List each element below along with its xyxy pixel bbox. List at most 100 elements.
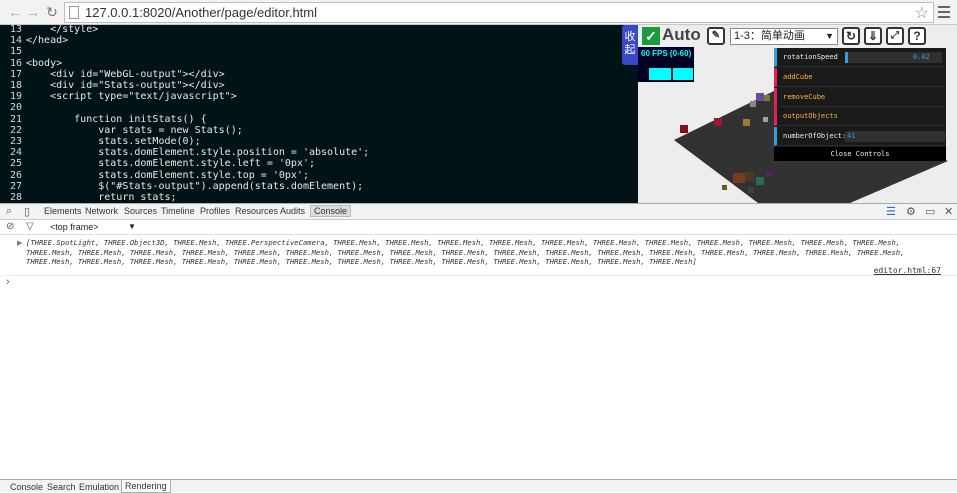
- code-line[interactable]: var stats = new Stats();: [26, 125, 243, 136]
- fps-text: 60 FPS (0-60): [641, 49, 692, 58]
- line-number: 15: [9, 46, 22, 58]
- frame-select[interactable]: <top frame>: [50, 222, 99, 232]
- refresh-icon[interactable]: ↻: [842, 27, 860, 45]
- gear-icon[interactable]: ⚙: [906, 205, 916, 218]
- line-number: 22: [9, 124, 22, 136]
- bookmark-star-icon[interactable]: ☆: [915, 3, 929, 23]
- code-line[interactable]: <div id="WebGL-output"></div>: [26, 69, 225, 80]
- drawer-tab-emulation[interactable]: Emulation: [79, 482, 119, 492]
- example-select-value: 1-3：简单动画: [734, 30, 805, 42]
- gui-row-label: rotationSpeed: [783, 53, 838, 61]
- code-line[interactable]: stats.domElement.style.top = '0px';: [26, 170, 309, 181]
- line-number: 28: [9, 192, 22, 203]
- log-message[interactable]: [THREE.SpotLight, THREE.Object3D, THREE.…: [26, 238, 946, 267]
- tab-elements[interactable]: Elements: [44, 206, 82, 216]
- tab-console[interactable]: Console: [310, 205, 352, 217]
- gui-row-label: addCube: [783, 72, 813, 81]
- browser-toolbar: ← → ↻ 127.0.0.1:8020/Another/page/editor…: [0, 0, 957, 25]
- cube: [680, 125, 688, 133]
- gui-row-removecube[interactable]: removeCube: [774, 87, 946, 107]
- download-icon[interactable]: ⇓: [864, 27, 882, 45]
- help-icon[interactable]: ?: [908, 27, 926, 45]
- code-line[interactable]: <div id="Stats-output"></div>: [26, 80, 225, 91]
- drawer-tab-console[interactable]: Console: [10, 482, 43, 492]
- line-number: 21: [9, 113, 22, 125]
- dat-gui-panel: rotationSpeed 0.02 addCube removeCube output…: [774, 48, 946, 161]
- cube: [722, 185, 727, 190]
- drawer-tab-rendering[interactable]: Rendering: [121, 480, 171, 493]
- console-output[interactable]: ▶ [THREE.SpotLight, THREE.Object3D, THRE…: [0, 236, 957, 479]
- gui-row-rotationspeed[interactable]: rotationSpeed 0.02: [774, 48, 946, 67]
- cube: [750, 101, 756, 107]
- tab-sources[interactable]: Sources: [124, 206, 157, 216]
- divider: [0, 275, 957, 276]
- fullscreen-icon[interactable]: ⤢: [886, 27, 904, 45]
- drawer-tab-search[interactable]: Search: [47, 482, 76, 492]
- line-number: 18: [9, 80, 22, 91]
- tab-audits[interactable]: Audits: [280, 206, 305, 216]
- fps-stats[interactable]: 60 FPS (0-60): [638, 47, 694, 82]
- line-number: 26: [9, 169, 22, 181]
- log-source-link[interactable]: editor.html:67: [874, 266, 941, 275]
- gui-row-label: removeCube: [783, 92, 826, 101]
- tab-resources[interactable]: Resources: [235, 206, 278, 216]
- gui-row-outputobjects[interactable]: outputObjects: [774, 107, 946, 127]
- devtools-tabbar: ⌕ ▯ Elements Network Sources Timeline Profil…: [0, 203, 957, 220]
- search-icon[interactable]: ⌕: [6, 205, 12, 218]
- gui-slider[interactable]: [845, 52, 911, 63]
- url-text: 127.0.0.1:8020/Another/page/editor.html: [85, 5, 318, 20]
- code-line[interactable]: <body>: [26, 58, 62, 69]
- reload-icon[interactable]: ↻: [43, 3, 61, 21]
- line-number: 25: [9, 158, 22, 170]
- code-line[interactable]: function initStats() {: [26, 114, 206, 125]
- code-line[interactable]: return stats;: [26, 192, 176, 203]
- code-line[interactable]: </style>: [26, 25, 98, 35]
- line-number: 24: [9, 147, 22, 159]
- address-bar[interactable]: 127.0.0.1:8020/Another/page/editor.html …: [64, 2, 934, 23]
- close-icon[interactable]: ✕: [944, 205, 953, 218]
- line-number: 27: [9, 180, 22, 192]
- filter-icon[interactable]: ▽: [26, 221, 34, 232]
- expand-triangle-icon[interactable]: ▶: [17, 239, 22, 247]
- wrench-icon[interactable]: ✎: [707, 27, 725, 45]
- cube: [733, 173, 745, 183]
- cube: [748, 187, 754, 193]
- console-prompt[interactable]: ›: [6, 276, 10, 288]
- close-controls-button[interactable]: Close Controls: [774, 147, 946, 161]
- line-number: 14: [9, 35, 22, 47]
- cube: [764, 95, 770, 101]
- page-icon: [69, 6, 79, 19]
- gui-number-input[interactable]: 41: [845, 131, 945, 143]
- code-line[interactable]: stats.setMode(0);: [26, 136, 200, 147]
- device-mode-icon[interactable]: ▯: [24, 205, 30, 218]
- clear-console-icon[interactable]: ⊘: [6, 221, 14, 232]
- example-select[interactable]: 1-3：简单动画 ▼: [730, 28, 838, 45]
- gui-value-input[interactable]: 0.02: [910, 52, 942, 63]
- code-editor[interactable]: 13 </style> 14 </head> 15 16 <body> 17 <div id…: [0, 25, 638, 203]
- auto-checkbox[interactable]: ✓: [642, 27, 660, 45]
- tab-timeline[interactable]: Timeline: [161, 206, 195, 216]
- line-number: 17: [9, 68, 22, 80]
- back-icon[interactable]: ←: [6, 3, 24, 21]
- code-line[interactable]: </head>: [26, 35, 68, 46]
- code-line[interactable]: <script type="text/javascript">: [26, 91, 237, 102]
- line-number: 19: [9, 91, 22, 103]
- forward-icon[interactable]: →: [24, 3, 42, 21]
- tab-network[interactable]: Network: [85, 206, 118, 216]
- chevron-down-icon: ▼: [128, 222, 136, 231]
- line-number: 16: [9, 57, 22, 69]
- collapse-button[interactable]: 收起: [622, 25, 638, 65]
- gui-row-addcube[interactable]: addCube: [774, 67, 946, 87]
- code-line[interactable]: $("#Stats-output").append(stats.domEleme…: [26, 181, 363, 192]
- devtools-drawer: Console Search Emulation Rendering: [0, 479, 957, 493]
- gui-row-numberofobject[interactable]: numberOfObject: 41: [774, 127, 946, 147]
- hamburger-menu-icon[interactable]: [938, 6, 950, 18]
- drawer-toggle-icon[interactable]: ☰: [886, 205, 896, 218]
- cube: [745, 172, 754, 181]
- console-toolbar: ⊘ ▽ <top frame> ▼: [0, 220, 957, 235]
- code-line[interactable]: stats.domElement.style.position = 'absol…: [26, 147, 369, 158]
- code-line[interactable]: stats.domElement.style.left = '0px';: [26, 158, 315, 169]
- cube: [766, 171, 772, 177]
- dock-icon[interactable]: ▭: [925, 205, 935, 218]
- tab-profiles[interactable]: Profiles: [200, 206, 230, 216]
